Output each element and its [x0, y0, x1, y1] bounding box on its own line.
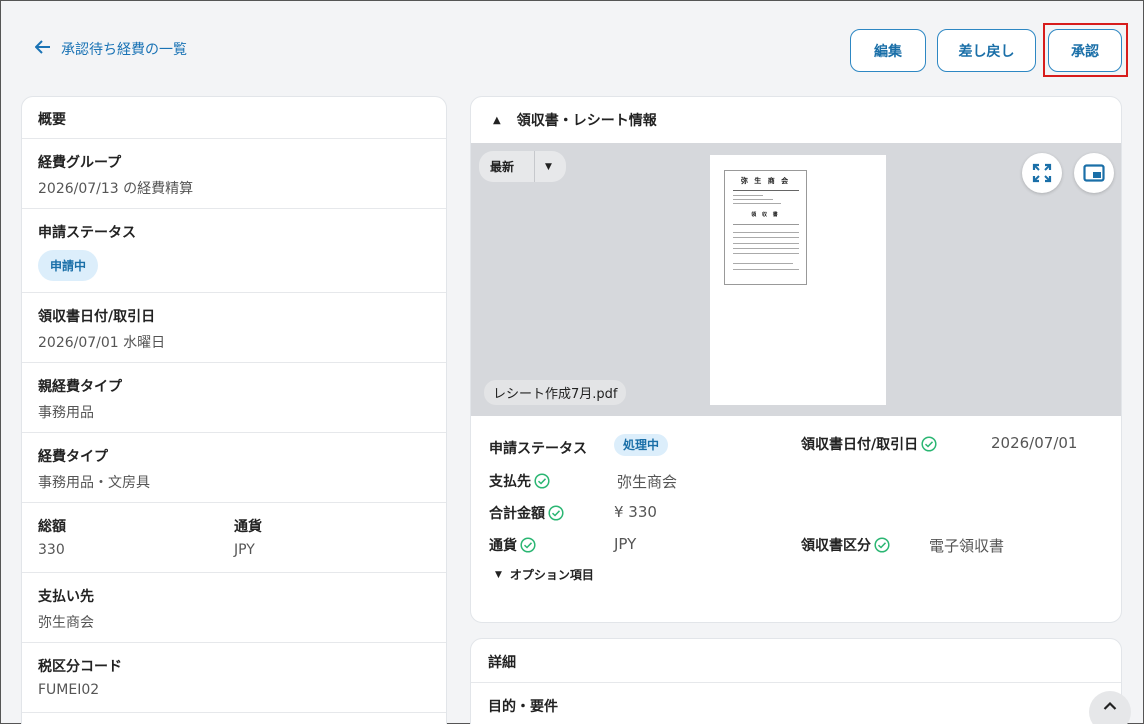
expense-group-row: 経費グループ 2026/07/13 の経費精算 — [22, 139, 446, 209]
r-payee-label: 支払先 — [489, 474, 531, 490]
check-circle-icon — [874, 537, 890, 553]
check-circle-icon — [921, 436, 937, 452]
check-circle-icon — [534, 473, 550, 489]
r-amount-label-wrap: 合計金額 — [489, 503, 564, 523]
approve-button[interactable]: 承認 — [1048, 29, 1122, 72]
receipt-text-line — [733, 243, 799, 244]
r-amount-label: 合計金額 — [489, 506, 545, 522]
check-circle-icon — [520, 537, 536, 553]
expense-group-label: 経費グループ — [38, 155, 122, 171]
expense-type-value: 事務用品・文房具 — [38, 475, 150, 491]
r-currency-value: JPY — [614, 535, 637, 553]
expense-type-row: 経費タイプ 事務用品・文房具 — [22, 433, 446, 503]
picture-in-picture-button[interactable] — [1074, 153, 1114, 193]
tax-code-label: 税区分コード — [38, 659, 122, 675]
receipt-text-line — [733, 269, 799, 270]
receipt-viewer: 最新 ▼ 弥 生 商 会 領 収 書 レシート作成7月.pdf — [471, 143, 1121, 416]
top-bar: 承認待ち経費の一覧 編集 差し戻し 承認 — [1, 1, 1144, 97]
caret-down-icon: ▼ — [545, 161, 552, 172]
total-currency-row: 総額 330 通貨 JPY — [22, 503, 446, 573]
r-receipt-type-label-wrap: 領収書区分 — [801, 535, 890, 555]
options-toggle-label: オプション項目 — [509, 568, 594, 582]
receipt-text-line — [733, 263, 793, 264]
receipt-text-line — [733, 195, 763, 196]
check-circle-icon — [548, 505, 564, 521]
r-status-badge: 処理中 — [614, 434, 669, 456]
tax-code-row: 税区分コード FUMEI02 — [22, 643, 446, 713]
details-card: 詳細 目的・要件 — [470, 638, 1122, 724]
r-receipt-type-value: 電子領収書 — [929, 537, 1005, 555]
parent-type-label: 親経費タイプ — [38, 379, 122, 395]
receipt-text-line — [733, 232, 799, 233]
currency-cell: 通貨 JPY — [234, 516, 430, 572]
receipt-date-row: 領収書日付/取引日 2026/07/01 水曜日 — [22, 293, 446, 363]
fullscreen-button[interactable] — [1022, 153, 1062, 193]
total-value: 330 — [38, 542, 65, 558]
tax-code-value: FUMEI02 — [38, 682, 100, 698]
parent-type-value: 事務用品 — [38, 405, 94, 421]
receipt-card: ▲ 領収書・レシート情報 最新 ▼ 弥 生 商 会 領 収 書 レシート作成7月… — [470, 96, 1122, 623]
receipt-text-line — [733, 248, 799, 249]
r-status-label: 申請ステータス — [489, 441, 587, 457]
receipt-section-header[interactable]: ▲ 領収書・レシート情報 — [471, 97, 1121, 143]
receipt-info: 申請ステータス 処理中 領収書日付/取引日 2026/07/01 支払先 弥生商… — [471, 416, 1121, 622]
r-payee-label-wrap: 支払先 — [489, 471, 550, 491]
caret-up-icon: ▲ — [493, 114, 501, 126]
expense-type-label: 経費タイプ — [38, 449, 108, 465]
version-select[interactable]: 最新 ▼ — [479, 151, 566, 182]
receipt-image: 弥 生 商 会 領 収 書 — [724, 170, 807, 285]
receipt-text-line — [733, 203, 781, 204]
details-title: 詳細 — [471, 639, 1121, 683]
send-back-button[interactable]: 差し戻し — [937, 29, 1036, 72]
options-toggle[interactable]: ▼ オプション項目 — [495, 566, 594, 583]
payee-row: 支払い先 弥生商会 — [22, 573, 446, 643]
receipt-rule — [733, 224, 799, 225]
receipt-section-title: 領収書・レシート情報 — [516, 113, 657, 129]
r-currency-label: 通貨 — [489, 538, 517, 554]
payee-value: 弥生商会 — [38, 615, 94, 631]
total-label: 総額 — [38, 519, 66, 535]
currency-label: 通貨 — [234, 519, 262, 535]
status-row: 申請ステータス 申請中 — [22, 209, 446, 293]
r-receipt-type-label: 領収書区分 — [801, 538, 871, 554]
parent-type-row: 親経費タイプ 事務用品 — [22, 363, 446, 433]
r-currency-label-wrap: 通貨 — [489, 535, 536, 555]
overview-card: 概要 経費グループ 2026/07/13 の経費精算 申請ステータス 申請中 領… — [21, 96, 447, 724]
r-date-label: 領収書日付/取引日 — [801, 437, 919, 453]
picture-in-picture-icon — [1083, 164, 1105, 182]
expense-group-value: 2026/07/13 の経費精算 — [38, 181, 194, 197]
receipt-document-preview: 弥 生 商 会 領 収 書 — [710, 155, 886, 405]
r-amount-value: ¥ 330 — [614, 503, 657, 521]
r-date-label-wrap: 領収書日付/取引日 — [801, 434, 937, 454]
purpose-label: 目的・要件 — [488, 699, 558, 715]
receipt-date-label: 領収書日付/取引日 — [38, 309, 156, 325]
caret-down-icon: ▼ — [495, 569, 502, 580]
fullscreen-icon — [1032, 163, 1052, 183]
chevron-up-icon — [1103, 701, 1117, 710]
version-select-label: 最新 — [490, 160, 515, 174]
receipt-doc-title: 領 収 書 — [751, 212, 780, 218]
scroll-to-top-button[interactable] — [1089, 691, 1131, 724]
receipt-text-line — [733, 199, 773, 200]
status-label: 申請ステータス — [38, 225, 136, 241]
currency-value: JPY — [234, 542, 255, 558]
receipt-text-line — [733, 237, 799, 238]
arrow-left-icon — [34, 40, 51, 58]
status-badge: 申請中 — [38, 250, 99, 281]
total-cell: 総額 330 — [38, 516, 234, 572]
receipt-date-value: 2026/07/01 水曜日 — [38, 335, 166, 351]
receipt-shop-name: 弥 生 商 会 — [740, 177, 791, 185]
file-name-chip: レシート作成7月.pdf — [484, 380, 627, 405]
receipt-text-line — [733, 253, 799, 254]
r-status-badge-wrap: 処理中 — [614, 434, 669, 456]
overview-title: 概要 — [22, 97, 446, 139]
r-date-value: 2026/07/01 — [991, 434, 1078, 452]
back-link-label: 承認待ち経費の一覧 — [61, 42, 187, 58]
payee-label: 支払い先 — [38, 589, 94, 605]
edit-button[interactable]: 編集 — [850, 29, 926, 72]
r-payee-value: 弥生商会 — [617, 473, 678, 491]
receipt-rule — [733, 190, 799, 191]
back-link[interactable]: 承認待ち経費の一覧 — [34, 39, 187, 59]
